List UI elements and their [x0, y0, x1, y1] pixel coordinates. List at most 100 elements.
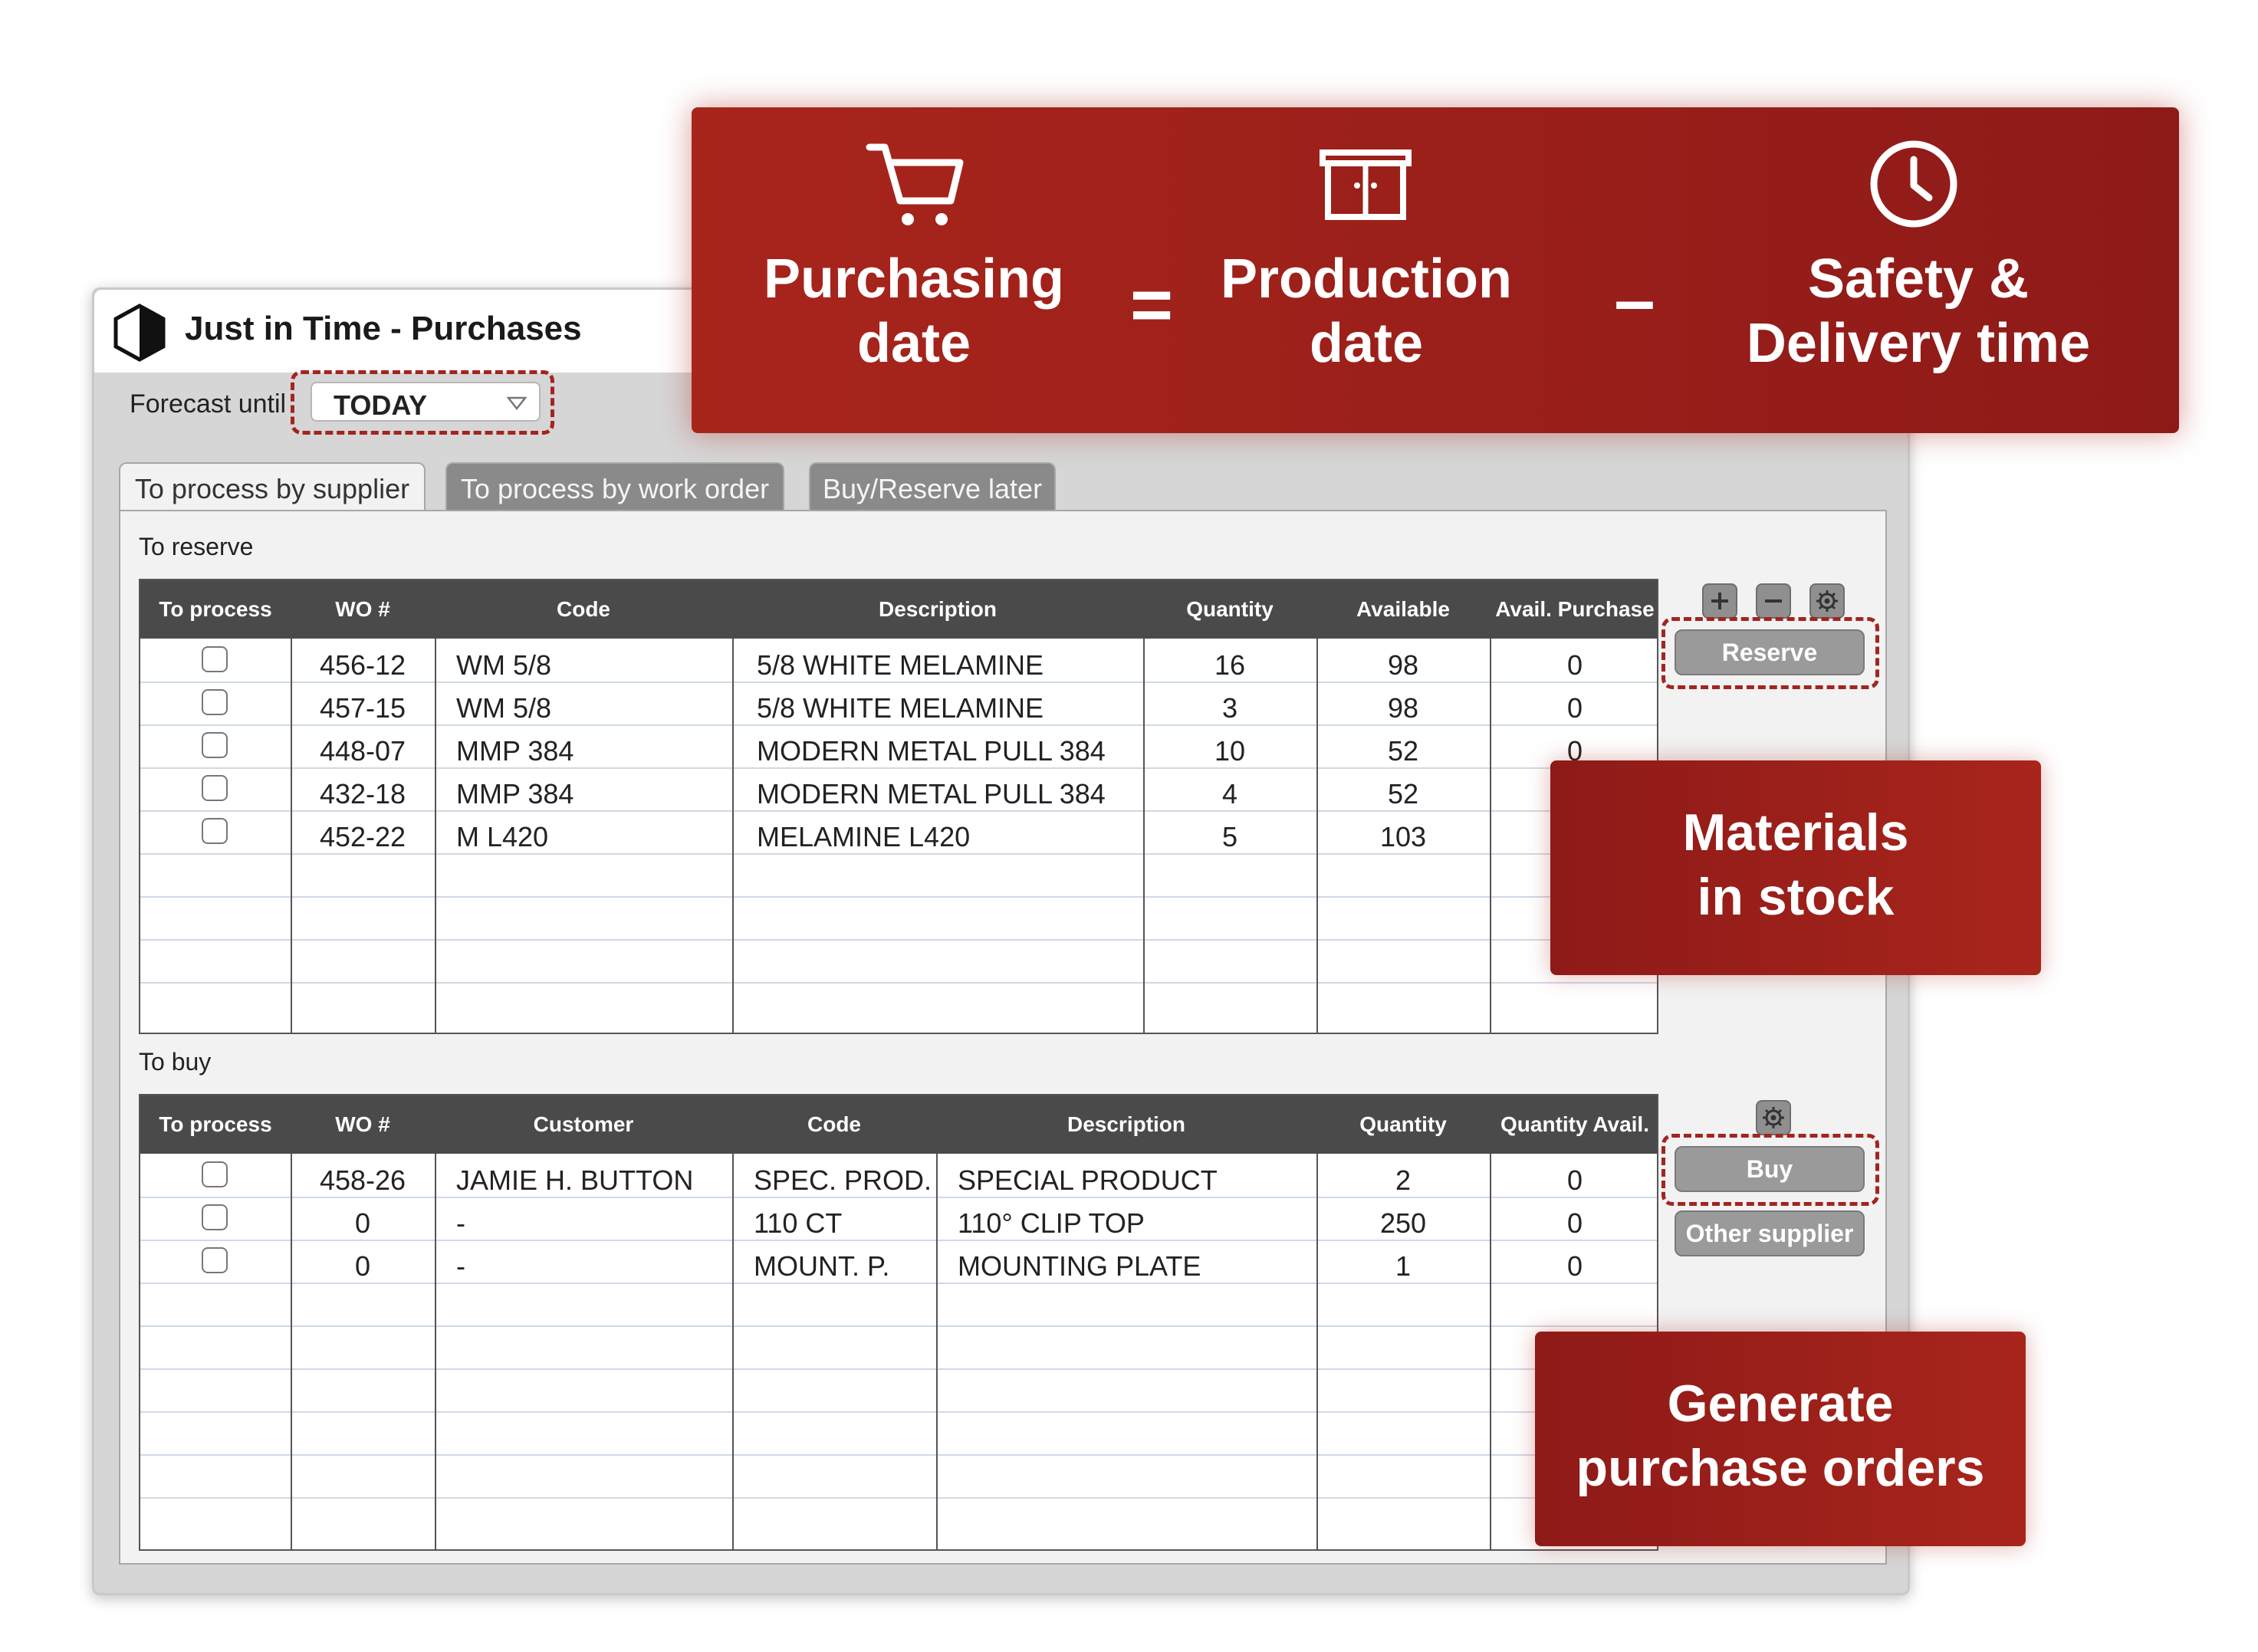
- col-code: Code: [807, 1112, 861, 1136]
- callout-stock-line1: Materials: [1682, 803, 1909, 862]
- clock-icon: [1870, 140, 1957, 228]
- purchasing-date-term: Purchasing date: [753, 247, 1075, 376]
- buy-highlight: [1661, 1134, 1879, 1206]
- row-checkbox[interactable]: [202, 1247, 228, 1273]
- remove-row-button[interactable]: [1756, 583, 1791, 619]
- cell-description: 110° CLIP TOP: [958, 1207, 1145, 1239]
- to-buy-label: To buy: [139, 1048, 212, 1076]
- cell-quantity: 2: [1395, 1164, 1412, 1196]
- table-row[interactable]: 448-07 MMP 384 MODERN METAL PULL 384 10 …: [140, 726, 1657, 769]
- cell-avail-purchase: 0: [1566, 649, 1583, 681]
- cell-code: MMP 384: [456, 735, 574, 767]
- table-row[interactable]: 0 - MOUNT. P. MOUNTING PLATE 1 0: [140, 1241, 1657, 1284]
- row-checkbox[interactable]: [202, 1161, 228, 1187]
- cell-code: M L420: [456, 821, 549, 852]
- table-row[interactable]: 457-15 WM 5/8 5/8 WHITE MELAMINE 3 98 0: [140, 683, 1657, 726]
- generate-purchase-orders-callout: Generate purchase orders: [1535, 1332, 2026, 1546]
- cell-quantity: 3: [1221, 692, 1238, 724]
- production-date-line2: date: [1309, 313, 1424, 374]
- gear-icon: [1763, 1107, 1784, 1128]
- cell-available: 52: [1387, 778, 1419, 810]
- cell-available: 103: [1379, 821, 1427, 852]
- cell-code: MOUNT. P.: [754, 1250, 890, 1282]
- row-checkbox[interactable]: [202, 775, 228, 801]
- app-title: Just in Time - Purchases: [185, 310, 582, 347]
- tab-buy-reserve-later[interactable]: Buy/Reserve later: [809, 462, 1056, 511]
- safety-delivery-line1: Safety &: [1807, 248, 2030, 310]
- safety-delivery-line2: Delivery time: [1746, 313, 2091, 374]
- cell-quantity: 16: [1214, 649, 1246, 681]
- app-logo-icon: [113, 304, 166, 362]
- col-to-process: To process: [159, 1112, 272, 1136]
- cell-description: MELAMINE L420: [757, 821, 971, 852]
- equals-operator: =: [1129, 264, 1174, 346]
- row-checkbox[interactable]: [202, 818, 228, 844]
- table-row[interactable]: 0 - 110 CT 110° CLIP TOP 250 0: [140, 1198, 1657, 1241]
- cell-quantity: 1: [1395, 1250, 1412, 1282]
- production-date-term: Production date: [1198, 247, 1535, 376]
- row-checkbox[interactable]: [202, 689, 228, 715]
- callout-stock-line2: in stock: [1697, 868, 1895, 926]
- col-quantity: Quantity: [1186, 597, 1274, 621]
- forecast-label: Forecast until: [130, 389, 287, 419]
- cell-customer: JAMIE H. BUTTON: [456, 1164, 694, 1196]
- cell-description: MOUNTING PLATE: [958, 1250, 1201, 1282]
- row-checkbox[interactable]: [202, 732, 228, 758]
- reserve-table-header: To process WO # Code Description Quantit…: [140, 580, 1657, 639]
- col-avail-purchase: Avail. Purchase: [1495, 597, 1655, 621]
- cart-icon: [866, 143, 964, 225]
- cell-wo: 457-15: [319, 692, 406, 724]
- materials-in-stock-callout: Materials in stock: [1550, 760, 2041, 975]
- col-wo: WO #: [335, 597, 390, 621]
- table-row[interactable]: 452-22 M L420 MELAMINE L420 5 103: [140, 812, 1657, 855]
- col-quantity: Quantity: [1359, 1112, 1447, 1136]
- buy-settings-button[interactable]: [1756, 1100, 1791, 1135]
- cell-quantity-avail: 0: [1566, 1250, 1583, 1282]
- cabinet-icon: [1320, 149, 1412, 220]
- cell-wo: 448-07: [319, 735, 406, 767]
- row-checkbox[interactable]: [202, 1204, 228, 1230]
- cell-quantity-avail: 0: [1566, 1207, 1583, 1239]
- cell-code: MMP 384: [456, 778, 574, 810]
- other-supplier-button[interactable]: Other supplier: [1675, 1210, 1865, 1256]
- callout-orders-line2: purchase orders: [1576, 1439, 1985, 1497]
- gear-icon: [1816, 590, 1838, 612]
- table-row[interactable]: 458-26 JAMIE H. BUTTON SPEC. PROD. SPECI…: [140, 1155, 1657, 1198]
- to-reserve-label: To reserve: [139, 533, 254, 560]
- cell-quantity: 250: [1379, 1207, 1427, 1239]
- cell-wo: 458-26: [319, 1164, 406, 1196]
- cell-available: 98: [1387, 649, 1419, 681]
- cell-wo: 0: [354, 1250, 371, 1282]
- buy-table-header: To process WO # Customer Code Descriptio…: [140, 1095, 1657, 1154]
- col-available: Available: [1356, 597, 1450, 621]
- cell-description: 5/8 WHITE MELAMINE: [757, 649, 1044, 681]
- tab-to-process-by-work-order[interactable]: To process by work order: [445, 462, 784, 511]
- tab-to-process-by-supplier[interactable]: To process by supplier: [119, 462, 426, 511]
- reserve-table: To process WO # Code Description Quantit…: [139, 579, 1658, 1034]
- reserve-settings-button[interactable]: [1809, 583, 1845, 619]
- cell-avail-purchase: 0: [1566, 692, 1583, 724]
- forecast-highlight: [291, 370, 554, 435]
- cell-wo: 0: [354, 1207, 371, 1239]
- cell-description: 5/8 WHITE MELAMINE: [757, 692, 1044, 724]
- row-checkbox[interactable]: [202, 646, 228, 672]
- table-row[interactable]: 432-18 MMP 384 MODERN METAL PULL 384 4 5…: [140, 769, 1657, 812]
- cell-description: SPECIAL PRODUCT: [958, 1164, 1218, 1196]
- safety-delivery-term: Safety & Delivery time: [1719, 247, 2118, 376]
- cell-wo: 456-12: [319, 649, 406, 681]
- cell-wo: 452-22: [319, 821, 406, 852]
- table-row[interactable]: 456-12 WM 5/8 5/8 WHITE MELAMINE 16 98 0: [140, 640, 1657, 683]
- col-description: Description: [878, 597, 998, 621]
- production-date-line1: Production: [1221, 248, 1512, 310]
- cell-available: 98: [1387, 692, 1419, 724]
- cell-quantity: 4: [1221, 778, 1238, 810]
- plus-icon: [1711, 593, 1728, 609]
- cell-code: WM 5/8: [456, 649, 552, 681]
- col-wo: WO #: [335, 1112, 390, 1136]
- cell-quantity: 5: [1221, 821, 1238, 852]
- reserve-highlight: [1661, 617, 1879, 689]
- buy-table: To process WO # Customer Code Descriptio…: [139, 1094, 1658, 1551]
- purchasing-date-line2: date: [856, 313, 971, 374]
- cell-quantity: 10: [1214, 735, 1246, 767]
- add-row-button[interactable]: [1702, 583, 1737, 619]
